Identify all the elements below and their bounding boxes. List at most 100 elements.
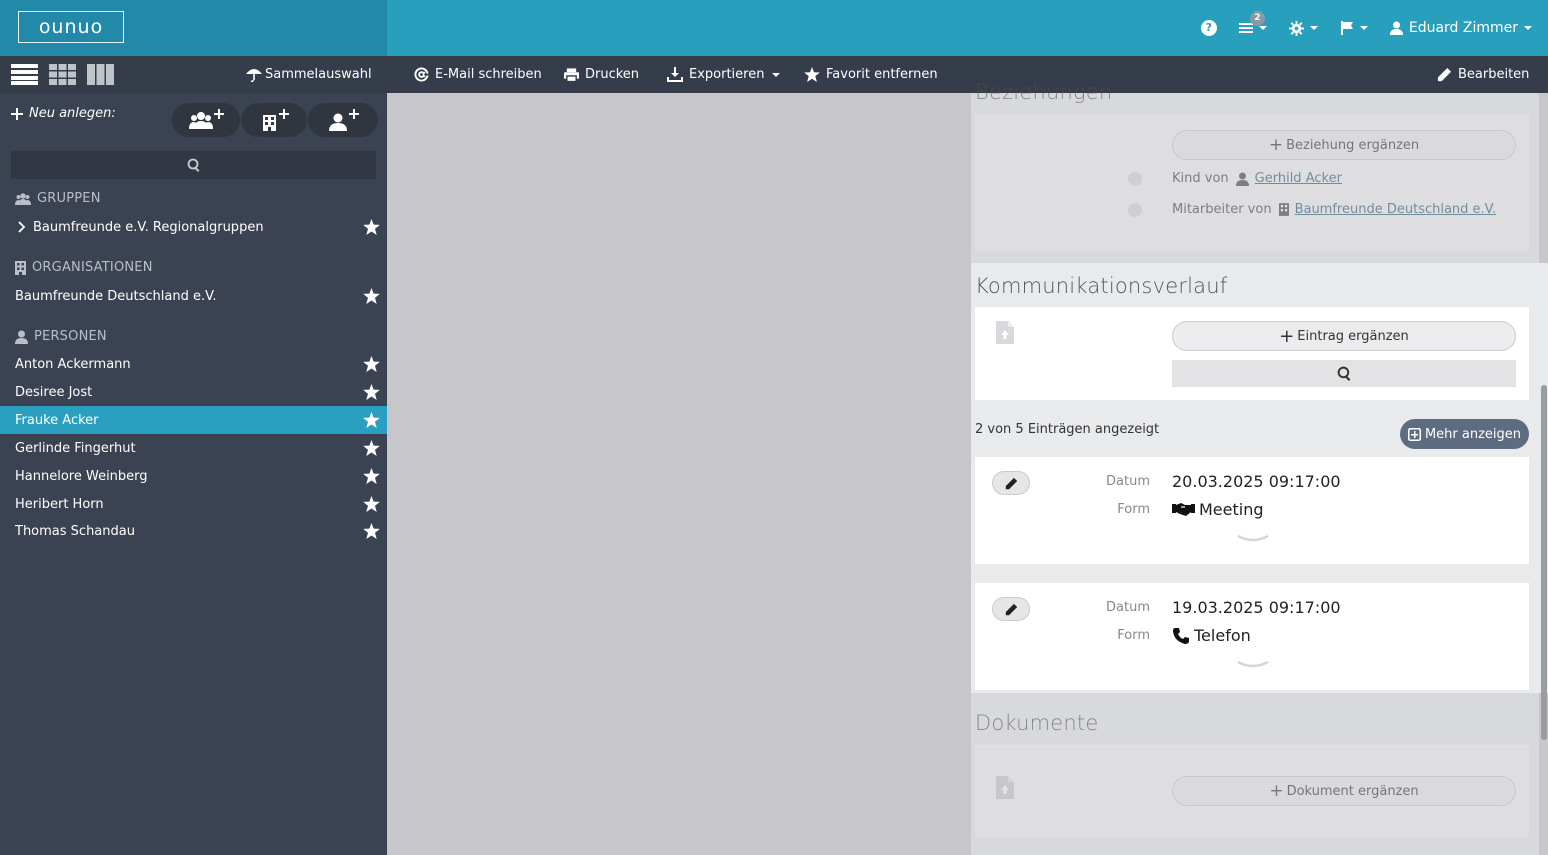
edit-entry-button[interactable] — [992, 597, 1030, 621]
add-user-icon — [329, 109, 359, 131]
add-entry-button[interactable]: + Eintrag ergänzen — [1172, 321, 1516, 351]
flag-menu-button[interactable] — [1340, 21, 1368, 35]
sidebar-item-organisation[interactable]: Baumfreunde Deutschland e.V. — [0, 282, 387, 310]
building-icon — [15, 260, 26, 275]
sidebar-item-group[interactable]: Baumfreunde e.V. Regionalgruppen — [0, 213, 387, 241]
plus-icon — [11, 107, 23, 120]
edit-label: Bearbeiten — [1458, 67, 1530, 82]
add-document-button[interactable]: + Dokument ergänzen — [1172, 776, 1516, 806]
sidebar-item-label: Heribert Horn — [15, 496, 104, 512]
star-icon[interactable] — [363, 356, 380, 372]
show-more-button[interactable]: Mehr anzeigen — [1400, 419, 1529, 449]
entry-date-value: 19.03.2025 09:17:00 — [1172, 598, 1341, 617]
sidebar-item-label: Frauke Acker — [15, 412, 99, 428]
file-upload-icon[interactable] — [996, 776, 1014, 799]
entry-form: Meeting — [1172, 500, 1264, 519]
plus-square-icon — [1407, 427, 1421, 441]
top-right-menu: ? 2 Eduard Zimmer — [1179, 0, 1532, 56]
new-person-button[interactable] — [308, 103, 378, 137]
chevron-down-icon — [1258, 26, 1267, 30]
star-icon[interactable] — [363, 412, 380, 428]
chevron-right-icon — [18, 221, 26, 233]
logo-area: ounuo — [0, 0, 387, 56]
favorite-remove-button[interactable]: Favorit entfernen — [804, 56, 938, 93]
new-organisation-button[interactable] — [241, 103, 307, 137]
persons-heading: PERSONEN — [15, 329, 107, 344]
tasks-menu-button[interactable]: 2 — [1238, 11, 1267, 34]
expand-chevron-icon[interactable] — [1237, 535, 1269, 543]
at-icon — [414, 67, 429, 82]
settings-menu-button[interactable] — [1288, 20, 1318, 36]
app-logo[interactable]: ounuo — [18, 11, 124, 43]
list-icon — [1238, 23, 1253, 33]
expand-chevron-icon[interactable] — [1237, 661, 1269, 669]
view-list-icon[interactable] — [11, 64, 38, 85]
entries-summary: 2 von 5 Einträgen angezeigt — [975, 422, 1160, 437]
download-icon — [667, 67, 683, 82]
print-button[interactable]: Drucken — [564, 56, 639, 93]
umbrella-icon — [246, 69, 262, 82]
entry-search-input[interactable] — [1172, 360, 1516, 387]
sidebar-item-label: Anton Ackermann — [15, 356, 131, 372]
chevron-down-icon — [1524, 26, 1532, 30]
favorite-remove-label: Favorit entfernen — [826, 67, 938, 82]
edit-entry-button[interactable] — [992, 471, 1030, 495]
relation-link[interactable]: Baumfreunde Deutschland e.V. — [1295, 202, 1496, 217]
export-label: Exportieren — [689, 67, 765, 82]
remove-relation-toggle[interactable] — [1128, 203, 1142, 217]
sidebar-item-person[interactable]: Anton Ackermann — [0, 350, 387, 378]
user-icon — [1235, 172, 1249, 186]
print-label: Drucken — [585, 67, 640, 82]
star-icon[interactable] — [363, 440, 380, 456]
bulk-select-button[interactable]: Sammelauswahl — [246, 56, 372, 93]
sidebar-item-label: Thomas Schandau — [15, 523, 135, 539]
star-icon[interactable] — [363, 496, 380, 512]
entry-date: 20.03.2025 09:17:00 — [1172, 472, 1341, 491]
edit-button[interactable]: Bearbeiten — [1437, 56, 1529, 93]
show-more-label: Mehr anzeigen — [1424, 426, 1522, 442]
new-create-text: Neu anlegen: — [29, 106, 116, 121]
new-group-button[interactable] — [172, 103, 240, 137]
view-grid-icon[interactable] — [49, 64, 76, 85]
relation-prefix: Kind von — [1172, 171, 1229, 186]
relation-prefix: Mitarbeiter von — [1172, 202, 1272, 217]
plus-icon: + — [1269, 781, 1284, 801]
star-icon[interactable] — [363, 523, 380, 539]
sidebar-item-person[interactable]: Thomas Schandau — [0, 517, 387, 545]
printer-icon — [564, 67, 579, 82]
organisations-heading-label: ORGANISATIONEN — [32, 260, 153, 275]
star-icon[interactable] — [363, 468, 380, 484]
add-relation-button[interactable]: + Beziehung ergänzen — [1172, 130, 1516, 160]
export-menu-button[interactable]: Exportieren — [667, 56, 781, 93]
relation-link[interactable]: Gerhild Acker — [1255, 171, 1342, 186]
star-icon[interactable] — [363, 288, 380, 304]
user-menu-button[interactable]: Eduard Zimmer — [1389, 20, 1532, 36]
chevron-down-icon — [1359, 26, 1368, 30]
view-columns-icon[interactable] — [87, 64, 114, 85]
relations-title: Beziehungen — [975, 80, 1113, 104]
entry-form: Telefon — [1172, 626, 1251, 645]
star-icon[interactable] — [363, 219, 380, 235]
date-label: Datum — [1106, 474, 1150, 489]
sidebar-item-person[interactable]: Gerlinde Fingerhut — [0, 434, 387, 462]
sidebar-item-label: Baumfreunde e.V. Regionalgruppen — [33, 219, 264, 235]
sidebar-item-person[interactable]: Desiree Jost — [0, 378, 387, 406]
file-upload-icon[interactable] — [996, 321, 1014, 344]
chevron-down-icon — [1309, 26, 1318, 30]
scrollbar-thumb[interactable] — [1541, 385, 1547, 740]
question-circle-icon: ? — [1200, 20, 1217, 36]
sidebar-item-person[interactable]: Hannelore Weinberg — [0, 462, 387, 490]
help-button[interactable]: ? — [1200, 20, 1217, 36]
sidebar-search-input[interactable] — [11, 151, 376, 179]
gear-icon — [1288, 20, 1304, 36]
email-button[interactable]: E-Mail schreiben — [414, 56, 542, 93]
search-icon — [187, 158, 199, 172]
form-label: Form — [1117, 502, 1150, 517]
remove-relation-toggle[interactable] — [1128, 172, 1142, 186]
phone-icon — [1173, 627, 1189, 644]
sidebar-item-person-active[interactable]: Frauke Acker — [0, 406, 387, 434]
new-create-row: Neu anlegen: — [11, 101, 381, 141]
users-icon — [15, 192, 31, 205]
sidebar-item-person[interactable]: Heribert Horn — [0, 490, 387, 518]
star-icon[interactable] — [363, 384, 380, 400]
